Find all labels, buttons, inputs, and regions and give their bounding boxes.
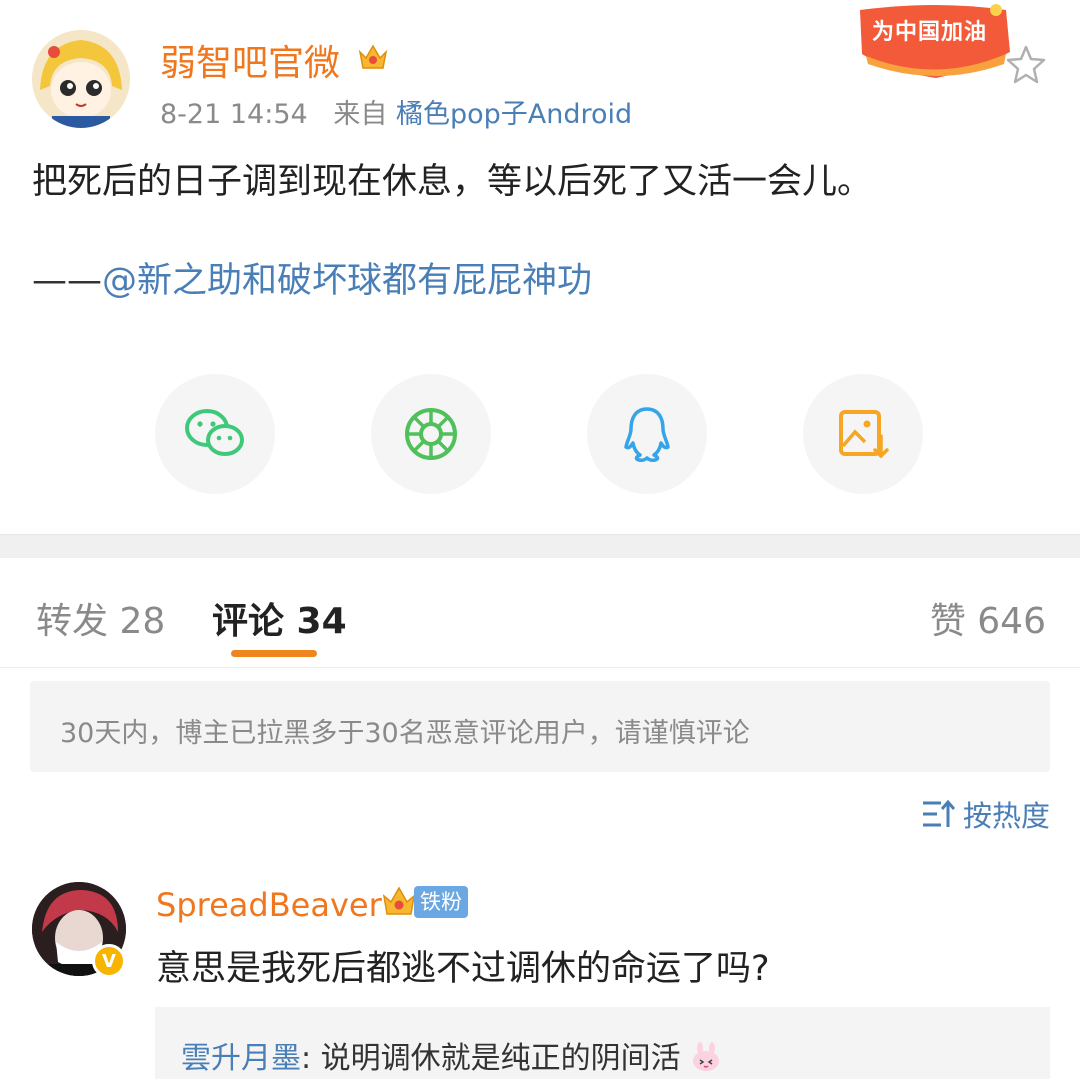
post-text: 把死后的日子调到现在休息，等以后死了又活一会儿。 bbox=[32, 162, 873, 202]
sort-label: 按热度 bbox=[962, 799, 1050, 833]
favorite-star-icon[interactable] bbox=[1004, 42, 1048, 86]
author-name[interactable]: 弱智吧官微 bbox=[160, 34, 340, 86]
credit-dash: —— bbox=[32, 261, 102, 301]
commenter-name[interactable]: SpreadBeaver bbox=[156, 886, 382, 924]
notice-text: 30天内，博主已拉黑多于30名恶意评论用户，请谨慎评论 bbox=[60, 718, 750, 749]
reply-username[interactable]: 雲升月墨 bbox=[181, 1041, 301, 1076]
share-qq-button[interactable] bbox=[587, 374, 707, 494]
active-tab-indicator bbox=[231, 650, 317, 657]
comment-item: V SpreadBeaver 铁粉 意思是我死后都逃不过调休的命运了吗? 雲升月… bbox=[0, 870, 1080, 1079]
popuko-avatar-icon bbox=[32, 30, 130, 128]
share-wechat-button[interactable] bbox=[155, 374, 275, 494]
save-image-button[interactable] bbox=[803, 374, 923, 494]
sort-button[interactable]: 按热度 bbox=[921, 794, 1050, 834]
promo-text: 为中国加油 bbox=[872, 20, 988, 45]
fan-badge: 铁粉 bbox=[414, 886, 468, 918]
post-header: 弱智吧官微 8-21 14:54 来自 橘色pop子Android 为中国加油 bbox=[0, 0, 1080, 140]
reply-line: 雲升月墨: 说明调休就是纯正的阴间活 bbox=[181, 1033, 722, 1077]
author-avatar[interactable] bbox=[32, 30, 130, 128]
vip-crown-icon bbox=[382, 886, 416, 915]
sort-icon bbox=[922, 799, 955, 827]
reply-preview[interactable]: 雲升月墨: 说明调休就是纯正的阴间活 bbox=[155, 1007, 1050, 1079]
post-source[interactable]: 橘色pop子Android bbox=[396, 99, 632, 130]
post-meta: 8-21 14:54 来自 橘色pop子Android bbox=[160, 92, 632, 131]
wechat-icon bbox=[185, 409, 244, 456]
post-time: 8-21 14:54 bbox=[160, 99, 308, 130]
comment-notice: 30天内，博主已拉黑多于30名恶意评论用户，请谨慎评论 bbox=[30, 681, 1050, 772]
tab-likes[interactable]: 赞 646 bbox=[930, 592, 1046, 644]
post-credit: ——@新之助和破坏球都有屁屁神功 bbox=[32, 257, 592, 305]
promo-badge[interactable]: 为中国加油 bbox=[856, 0, 1016, 82]
share-moments-button[interactable] bbox=[371, 374, 491, 494]
credit-mention-link[interactable]: @新之助和破坏球都有屁屁神功 bbox=[102, 261, 592, 301]
tab-comments[interactable]: 评论 34 bbox=[212, 592, 347, 644]
reply-separator: : bbox=[301, 1041, 321, 1076]
save-image-icon bbox=[839, 410, 889, 459]
qq-icon bbox=[624, 407, 670, 462]
rabbit-emoji-icon bbox=[693, 1042, 720, 1071]
reply-text: 说明调休就是纯正的阴间活 bbox=[320, 1041, 681, 1076]
moments-icon bbox=[405, 408, 457, 460]
verified-badge: V bbox=[92, 944, 126, 978]
share-row bbox=[0, 374, 1080, 494]
section-divider bbox=[0, 534, 1080, 558]
comment-text: 意思是我死后都逃不过调休的命运了吗? bbox=[156, 949, 770, 989]
interaction-tabs: 转发 28 评论 34 赞 646 bbox=[0, 558, 1080, 668]
vip-crown-icon bbox=[358, 44, 388, 69]
source-prefix: 来自 bbox=[333, 99, 388, 130]
tab-repost[interactable]: 转发 28 bbox=[36, 592, 165, 644]
